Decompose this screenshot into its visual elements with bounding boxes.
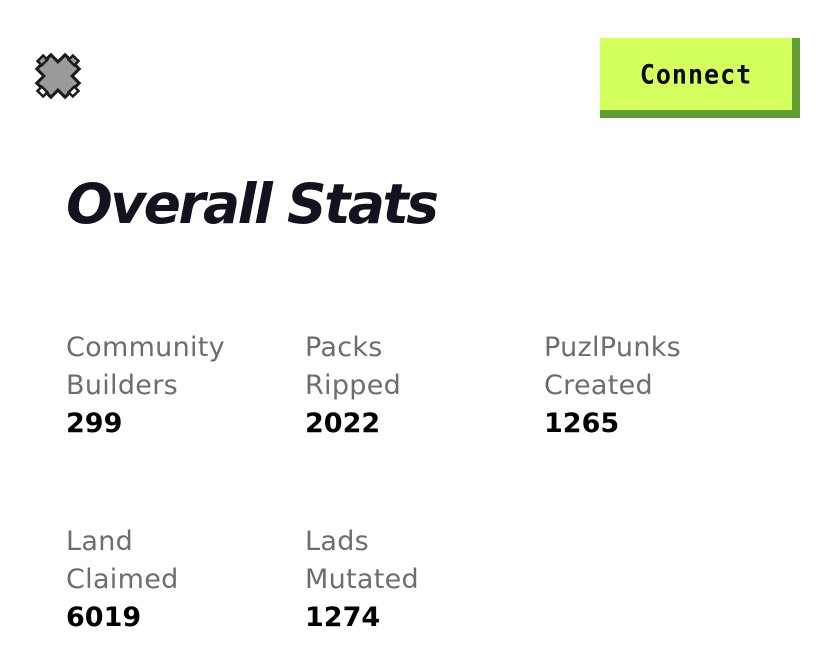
stat-puzlpunks-created: PuzlPunks Created 1265 xyxy=(544,329,764,443)
page-title: Overall Stats xyxy=(66,172,439,236)
stat-value: 6019 xyxy=(66,602,142,633)
stat-label-line1: Community xyxy=(66,332,225,363)
connect-button[interactable]: Connect xyxy=(600,38,800,118)
connect-button-face[interactable]: Connect xyxy=(600,38,792,110)
stat-label: Packs Ripped xyxy=(305,329,525,405)
stat-value: 1265 xyxy=(544,408,620,439)
stat-label-line1: Packs xyxy=(305,332,383,363)
connect-button-label: Connect xyxy=(639,58,753,90)
puzzle-piece-icon[interactable] xyxy=(26,44,90,108)
stat-label: Community Builders xyxy=(66,329,286,405)
stat-label-line2: Mutated xyxy=(305,564,419,595)
stat-label-line1: Lads xyxy=(305,526,369,557)
stat-label-line2: Builders xyxy=(66,370,178,401)
stat-community-builders: Community Builders 299 xyxy=(66,329,286,443)
stat-lads-mutated: Lads Mutated 1274 xyxy=(305,523,525,637)
stat-value: 1274 xyxy=(305,602,381,633)
stat-label: Land Claimed xyxy=(66,523,286,599)
stat-label-line1: Land xyxy=(66,526,134,557)
stat-value: 299 xyxy=(66,408,123,439)
stat-label-line2: Claimed xyxy=(66,564,179,595)
stat-label: Lads Mutated xyxy=(305,523,525,599)
stat-label: PuzlPunks Created xyxy=(544,329,764,405)
stat-packs-ripped: Packs Ripped 2022 xyxy=(305,329,525,443)
stat-value: 2022 xyxy=(305,408,381,439)
stat-label-line2: Ripped xyxy=(305,370,402,401)
stat-label-line1: PuzlPunks xyxy=(544,332,682,363)
stat-label-line2: Created xyxy=(544,370,653,401)
stat-land-claimed: Land Claimed 6019 xyxy=(66,523,286,637)
